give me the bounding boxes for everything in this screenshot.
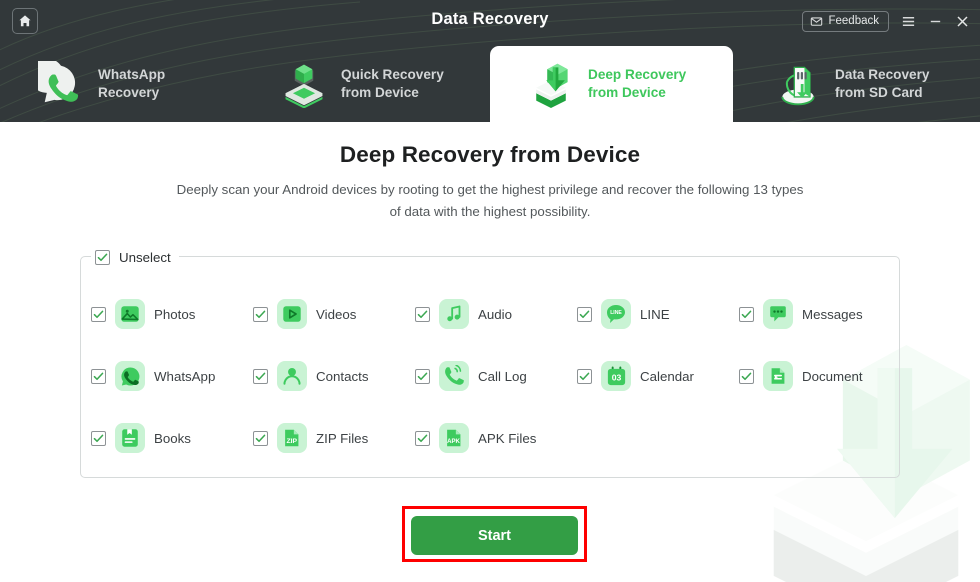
whatsapp-phone-icon — [37, 60, 85, 108]
feedback-button[interactable]: Feedback — [802, 10, 889, 32]
window-controls: Feedback — [802, 7, 970, 35]
tab-label: Data Recovery from SD Card — [835, 67, 930, 100]
grid-spacer — [739, 407, 901, 469]
data-type-label: Document — [802, 368, 863, 384]
photos-icon — [115, 299, 145, 329]
data-type-label: Calendar — [640, 368, 694, 384]
data-type-label: LINE — [640, 306, 670, 322]
checkbox-document[interactable] — [739, 368, 754, 384]
page-title: Deep Recovery from Device — [339, 142, 641, 167]
data-type-item[interactable]: APK APK Files — [415, 407, 577, 469]
whatsapp-icon — [115, 361, 145, 391]
title-bar: Data Recovery Feedback — [0, 0, 980, 42]
checkbox-line[interactable] — [577, 306, 592, 322]
messages-icon — [763, 299, 793, 329]
checkbox-call-log[interactable] — [415, 368, 430, 384]
close-icon — [956, 15, 968, 27]
application-window: Data Recovery Feedback WhatsApp Recovery… — [0, 0, 980, 582]
start-button-highlight: Start — [402, 506, 587, 562]
data-type-label: Books — [154, 430, 191, 446]
checkbox-whatsapp[interactable] — [91, 368, 106, 384]
select-all-row: Unselect — [91, 246, 179, 268]
checkbox-calendar[interactable] — [577, 368, 592, 384]
page-description: Deeply scan your Android devices by root… — [176, 182, 804, 219]
checkbox-apk[interactable] — [415, 430, 430, 446]
data-type-item[interactable]: Document — [739, 345, 901, 407]
data-type-item[interactable]: Contacts — [253, 345, 415, 407]
call-log-icon — [439, 361, 469, 391]
checkbox-photos[interactable] — [91, 306, 106, 322]
data-type-item[interactable]: ZIP ZIP Files — [253, 407, 415, 469]
data-type-item[interactable]: Call Log — [415, 345, 577, 407]
tab-whatsapp-recovery[interactable]: WhatsApp Recovery — [0, 46, 243, 122]
svg-text:APK: APK — [447, 439, 460, 445]
tab-label: Deep Recovery from Device — [588, 67, 687, 100]
data-type-item[interactable]: 03 Calendar — [577, 345, 739, 407]
data-type-label: Videos — [316, 306, 357, 322]
checkbox-audio[interactable] — [415, 306, 430, 322]
checkbox-messages[interactable] — [739, 306, 754, 322]
checkbox-zip[interactable] — [253, 430, 268, 446]
feedback-label: Feedback — [828, 15, 879, 27]
data-type-item[interactable]: Books — [91, 407, 253, 469]
tab-label: Quick Recovery from Device — [341, 67, 444, 100]
minimize-icon — [930, 20, 940, 22]
tab-sd-card-recovery[interactable]: Data Recovery from SD Card — [737, 46, 980, 122]
checkbox-videos[interactable] — [253, 306, 268, 322]
data-type-item[interactable]: Messages — [739, 283, 901, 345]
data-type-item[interactable]: Audio — [415, 283, 577, 345]
svg-text:03: 03 — [611, 372, 621, 382]
tab-quick-recovery[interactable]: Quick Recovery from Device — [243, 46, 486, 122]
data-type-grid: Photos Videos Audio LINE LINE Messages W… — [81, 283, 901, 469]
grid-spacer — [577, 407, 739, 469]
books-icon — [115, 423, 145, 453]
data-type-label: APK Files — [478, 430, 537, 446]
apk-icon: APK — [439, 423, 469, 453]
envelope-icon — [811, 16, 823, 26]
data-type-item[interactable]: Videos — [253, 283, 415, 345]
data-type-selection-panel: Unselect Photos Videos Audio LINE LINE M… — [80, 246, 901, 478]
main-navigation-tabs: WhatsApp Recovery Quick Recovery from De… — [0, 46, 980, 122]
data-type-label: Call Log — [478, 368, 527, 384]
sd-card-icon — [774, 60, 822, 108]
hamburger-menu-icon — [902, 16, 914, 26]
quick-recovery-cube-icon — [280, 60, 328, 108]
data-type-label: Audio — [478, 306, 513, 322]
zip-icon: ZIP — [277, 423, 307, 453]
data-type-label: Contacts — [316, 368, 369, 384]
tab-label: WhatsApp Recovery — [98, 67, 166, 100]
videos-icon — [277, 299, 307, 329]
audio-icon — [439, 299, 469, 329]
svg-text:LINE: LINE — [610, 310, 622, 316]
start-button[interactable]: Start — [411, 516, 578, 555]
document-icon — [763, 361, 793, 391]
checkbox-contacts[interactable] — [253, 368, 268, 384]
data-type-label: Messages — [802, 306, 863, 322]
menu-button[interactable] — [900, 13, 916, 29]
data-type-label: WhatsApp — [154, 368, 216, 384]
line-icon: LINE — [601, 299, 631, 329]
deep-recovery-arrow-icon — [527, 60, 575, 108]
svg-text:ZIP: ZIP — [287, 438, 298, 445]
header: Data Recovery Feedback WhatsApp Recovery… — [0, 0, 980, 122]
unselect-all-label: Unselect — [119, 249, 171, 265]
data-type-item[interactable]: LINE LINE — [577, 283, 739, 345]
main-content: Deep Recovery from Device Deeply scan yo… — [0, 122, 980, 582]
data-type-label: Photos — [154, 306, 196, 322]
data-type-item[interactable]: Photos — [91, 283, 253, 345]
contacts-icon — [277, 361, 307, 391]
calendar-icon: 03 — [601, 361, 631, 391]
close-button[interactable] — [954, 13, 970, 29]
minimize-button[interactable] — [927, 13, 943, 29]
data-type-label: ZIP Files — [316, 430, 369, 446]
unselect-all-checkbox[interactable] — [95, 249, 110, 265]
tab-deep-recovery[interactable]: Deep Recovery from Device — [490, 46, 733, 122]
data-type-item[interactable]: WhatsApp — [91, 345, 253, 407]
checkbox-books[interactable] — [91, 430, 106, 446]
